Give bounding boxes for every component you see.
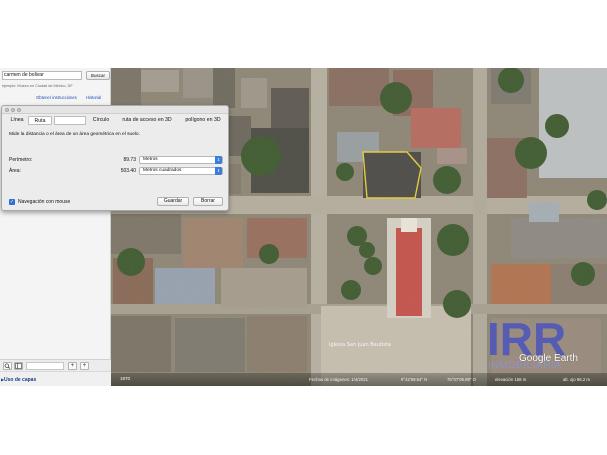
sidebar-footer-toolbar: + +: [0, 359, 111, 371]
map-place-label: Iglesia San Juan Bautista: [329, 342, 391, 348]
add-folder-icon[interactable]: +: [80, 362, 89, 370]
minimize-window-icon[interactable]: [11, 108, 15, 112]
chevron-updown-icon: ⇕: [215, 156, 222, 164]
get-directions-link[interactable]: Obtener instrucciones: [36, 95, 77, 100]
chevron-updown-icon: ⇕: [215, 167, 222, 175]
save-button[interactable]: Guardar: [157, 197, 189, 206]
ruler-description: Mide la distancia o el área de un área g…: [9, 132, 140, 137]
latitude-readout: 9°42'59.54" N: [401, 377, 428, 382]
perimeter-value: 89.73: [123, 157, 136, 163]
area-unit-select[interactable]: Metros cuadrados ⇕: [139, 167, 223, 175]
history-link[interactable]: Historial: [86, 95, 101, 100]
area-value: 503.40: [120, 168, 136, 174]
tab-circulo[interactable]: Círculo: [88, 116, 114, 125]
zoom-window-icon[interactable]: [17, 108, 21, 112]
perimeter-unit-value: Metros: [143, 157, 158, 162]
map-year-label: 1970: [120, 376, 131, 381]
area-label: Área:: [9, 168, 21, 174]
tab-poligono-3d[interactable]: polígono en 3D: [180, 116, 226, 125]
filter-input[interactable]: [26, 362, 64, 370]
elevation-readout: elevación 158 m: [495, 377, 527, 382]
eye-altitude-readout: alt. ojo 96.2 m: [563, 377, 590, 382]
tab-poligono[interactable]: [54, 116, 86, 125]
mouse-navigation-checkbox[interactable]: ✓: [9, 199, 15, 205]
search-button[interactable]: Buscar: [86, 71, 110, 80]
add-icon[interactable]: +: [68, 362, 77, 370]
search-example-text: ejemplo: Museo en Ciudad de México, DF: [2, 84, 73, 88]
area-unit-value: Metros cuadrados: [143, 168, 182, 173]
tab-ruta-3d[interactable]: ruta de acceso en 3D: [114, 116, 180, 125]
search-icon[interactable]: [3, 362, 12, 370]
perimeter-label: Perímetro:: [9, 157, 33, 163]
imagery-date: Fechas de imágenes: 1/4/2021: [309, 377, 369, 382]
ruler-titlebar[interactable]: [2, 106, 228, 114]
sidebar-toggle-icon[interactable]: [14, 362, 23, 370]
close-window-icon[interactable]: [5, 108, 9, 112]
logo-subtitle: INMOBILIARIA: [488, 360, 562, 371]
tab-linea[interactable]: Línea: [6, 116, 28, 125]
layers-label: Uso de capas: [4, 377, 37, 383]
tab-ruta[interactable]: Ruta: [28, 116, 52, 125]
longitude-readout: 75°07'09.99" O: [447, 377, 476, 382]
search-input[interactable]: carmen de bolivar: [2, 71, 82, 80]
layers-bar[interactable]: ▶ Uso de capas: [0, 371, 111, 386]
status-bar: Fechas de imágenes: 1/4/2021 9°42'59.54"…: [111, 373, 607, 386]
clear-button[interactable]: Borrar: [193, 197, 223, 206]
perimeter-unit-select[interactable]: Metros ⇕: [139, 156, 223, 164]
search-row: carmen de bolivar Buscar: [2, 71, 110, 81]
ruler-dialog: Línea Ruta Círculo ruta de acceso en 3D …: [1, 105, 229, 211]
mouse-navigation-label: Navegación con mouse: [18, 199, 71, 205]
